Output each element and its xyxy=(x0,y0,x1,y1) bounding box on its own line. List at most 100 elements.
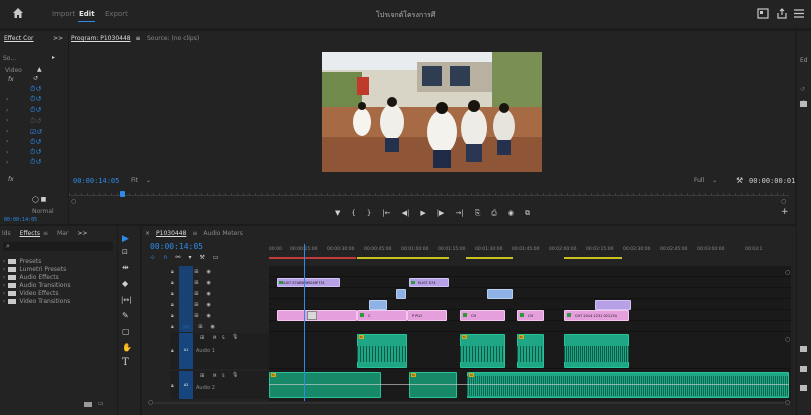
tool-ripple-icon[interactable]: ⇹ xyxy=(122,263,129,272)
share-icon[interactable] xyxy=(776,8,788,19)
side-tab-label[interactable]: Ed xyxy=(800,57,808,64)
sync-lock-icon[interactable]: ⊞ xyxy=(200,373,204,379)
solo-button[interactable]: S xyxy=(222,335,225,340)
eye-icon[interactable]: ◉ xyxy=(207,280,211,286)
tab-audio-meters[interactable]: Audio Meters xyxy=(203,230,242,237)
reset-icon[interactable]: ↺ xyxy=(33,75,38,82)
toggle-animation-icon[interactable]: ⏱↺ xyxy=(30,106,41,115)
sync-lock-icon[interactable]: ⊞ xyxy=(194,280,198,286)
lock-icon[interactable]: 🔒︎ xyxy=(171,383,174,389)
track-lane[interactable] xyxy=(269,277,791,288)
checkbox-icon[interactable] xyxy=(800,346,807,352)
add-button[interactable]: + xyxy=(781,207,789,217)
clip-v5[interactable]: ELI07 S74 xyxy=(409,278,449,287)
step-forward-icon[interactable]: |▶ xyxy=(437,209,445,219)
list-item[interactable]: › Video Transitions xyxy=(3,297,115,305)
source-select[interactable]: So... xyxy=(3,55,16,62)
clip-v4[interactable] xyxy=(396,289,406,299)
panel-expand-icon[interactable]: >> xyxy=(53,35,63,42)
workspace-menu-icon[interactable] xyxy=(794,9,804,18)
mute-button[interactable]: M xyxy=(213,373,216,378)
program-tab-menu[interactable]: ≡ xyxy=(136,35,141,42)
play-icon[interactable]: ▶ xyxy=(420,209,425,219)
checkbox-icon[interactable] xyxy=(800,101,807,107)
sync-lock-icon[interactable]: ⊞ xyxy=(198,324,202,330)
tool-razor-icon[interactable]: ◆ xyxy=(122,279,128,288)
tab-effects[interactable]: Effects xyxy=(20,230,40,237)
eye-icon[interactable]: ◉ xyxy=(207,291,211,297)
linked-selection-icon[interactable]: ⚯ xyxy=(175,254,180,261)
comparison-view-icon[interactable]: ⧉ xyxy=(525,209,530,219)
clip-v5[interactable]: DLI07 S7ABB28B1ME731 xyxy=(277,278,340,287)
play-only-icon[interactable]: ▸ xyxy=(52,54,55,61)
blend-mode-select[interactable]: Normal xyxy=(32,208,54,215)
eye-icon[interactable]: ◉ xyxy=(207,302,211,308)
fit-select[interactable]: Fit ⌄ xyxy=(131,177,151,184)
lift-icon[interactable]: ⎘ xyxy=(475,209,481,219)
timeline-scrollbar[interactable] xyxy=(154,402,784,404)
zoom-handle-right[interactable]: ○ xyxy=(781,198,786,205)
track-lane[interactable] xyxy=(269,321,791,332)
track-lane[interactable] xyxy=(269,266,791,277)
tab-effect-controls[interactable]: Effect Cor xyxy=(4,35,34,42)
tab-edit[interactable]: Edit xyxy=(79,10,95,18)
add-marker-icon[interactable]: ▾ xyxy=(188,254,191,261)
toggle-animation-icon[interactable]: ⏱↺ xyxy=(30,158,41,167)
toggle-animation-icon[interactable]: ⏱↺ xyxy=(30,117,41,126)
mask-ellipse-icon[interactable]: ◯ ■ xyxy=(32,196,46,203)
go-to-in-icon[interactable]: |← xyxy=(382,209,390,219)
scrub-bar[interactable] xyxy=(69,191,789,199)
clip-v1[interactable]: CH7 2014 1231 021134 xyxy=(564,310,629,321)
clip-v1[interactable] xyxy=(277,310,357,321)
step-back-icon[interactable]: ◀| xyxy=(402,209,410,219)
tool-type-icon[interactable]: T xyxy=(122,357,129,368)
audio-clip-a2[interactable] xyxy=(409,372,457,398)
lock-icon[interactable]: 🔒︎ xyxy=(171,324,174,330)
wrench-icon[interactable]: ⚒ xyxy=(199,254,204,261)
home-icon[interactable] xyxy=(12,7,24,19)
vertical-scroll-handle[interactable]: ○ xyxy=(785,269,790,276)
list-item[interactable]: › Audio Transitions xyxy=(3,281,115,289)
tab-program[interactable]: Program: P1030448 ≡ xyxy=(71,35,141,42)
timeline-timecode[interactable]: 00:00:14:05 xyxy=(150,242,203,251)
zoom-handle-left[interactable]: ○ xyxy=(71,198,76,205)
toggle-animation-icon[interactable]: ⏱↺ xyxy=(30,85,41,94)
track-lane[interactable] xyxy=(269,299,791,310)
tool-rectangle-icon[interactable]: ▢ xyxy=(122,327,130,336)
wrench-icon[interactable]: ⚒ xyxy=(736,176,743,185)
mark-in-icon[interactable]: { xyxy=(351,209,355,219)
close-icon[interactable]: × xyxy=(145,230,150,237)
checkbox-icon[interactable] xyxy=(800,366,807,372)
toggle-animation-icon[interactable]: ⏱↺ xyxy=(30,138,41,147)
toggle-animation-icon[interactable]: ⏱↺ xyxy=(30,95,41,104)
mute-button[interactable]: M xyxy=(213,335,216,340)
export-frame-icon[interactable]: ◉ xyxy=(508,209,514,219)
extract-icon[interactable]: ⎙ xyxy=(491,209,497,219)
clip-v1[interactable]: C xyxy=(357,310,407,321)
list-item[interactable]: › Presets xyxy=(3,257,115,265)
timeline-scroll-left[interactable]: ○ xyxy=(148,399,153,406)
sync-lock-icon[interactable]: ⊞ xyxy=(200,335,204,341)
tab-markers[interactable]: Mar xyxy=(57,230,68,237)
sync-lock-icon[interactable]: ⊞ xyxy=(194,269,198,275)
track-lane[interactable] xyxy=(269,288,791,299)
source-patch-v1[interactable] xyxy=(179,266,193,332)
eye-icon[interactable]: ◉ xyxy=(207,313,211,319)
lock-icon[interactable]: 🔒︎ xyxy=(171,291,174,297)
quick-export-icon[interactable] xyxy=(757,8,769,19)
clip-v3[interactable] xyxy=(369,300,387,310)
eye-icon[interactable]: ◉ xyxy=(211,324,215,330)
add-marker-icon[interactable]: ▼ xyxy=(335,209,340,219)
timeline-scroll-right[interactable]: ○ xyxy=(785,399,790,406)
snap-icon[interactable]: ∩ xyxy=(163,254,167,261)
clip-v4[interactable] xyxy=(487,289,513,299)
vertical-scroll-handle[interactable]: ○ xyxy=(785,336,790,343)
solo-button[interactable]: S xyxy=(222,373,225,378)
playhead-timecode[interactable]: 00:00:14:05 xyxy=(73,177,119,185)
checkbox-icon[interactable]: ☑↺ xyxy=(30,128,42,136)
sync-lock-icon[interactable]: ⊞ xyxy=(194,291,198,297)
mark-out-icon[interactable]: } xyxy=(367,209,371,219)
delete-icon[interactable]: ▭ xyxy=(98,400,104,407)
playhead-line[interactable] xyxy=(304,244,305,401)
tool-hand-icon[interactable]: ✋ xyxy=(122,343,132,352)
